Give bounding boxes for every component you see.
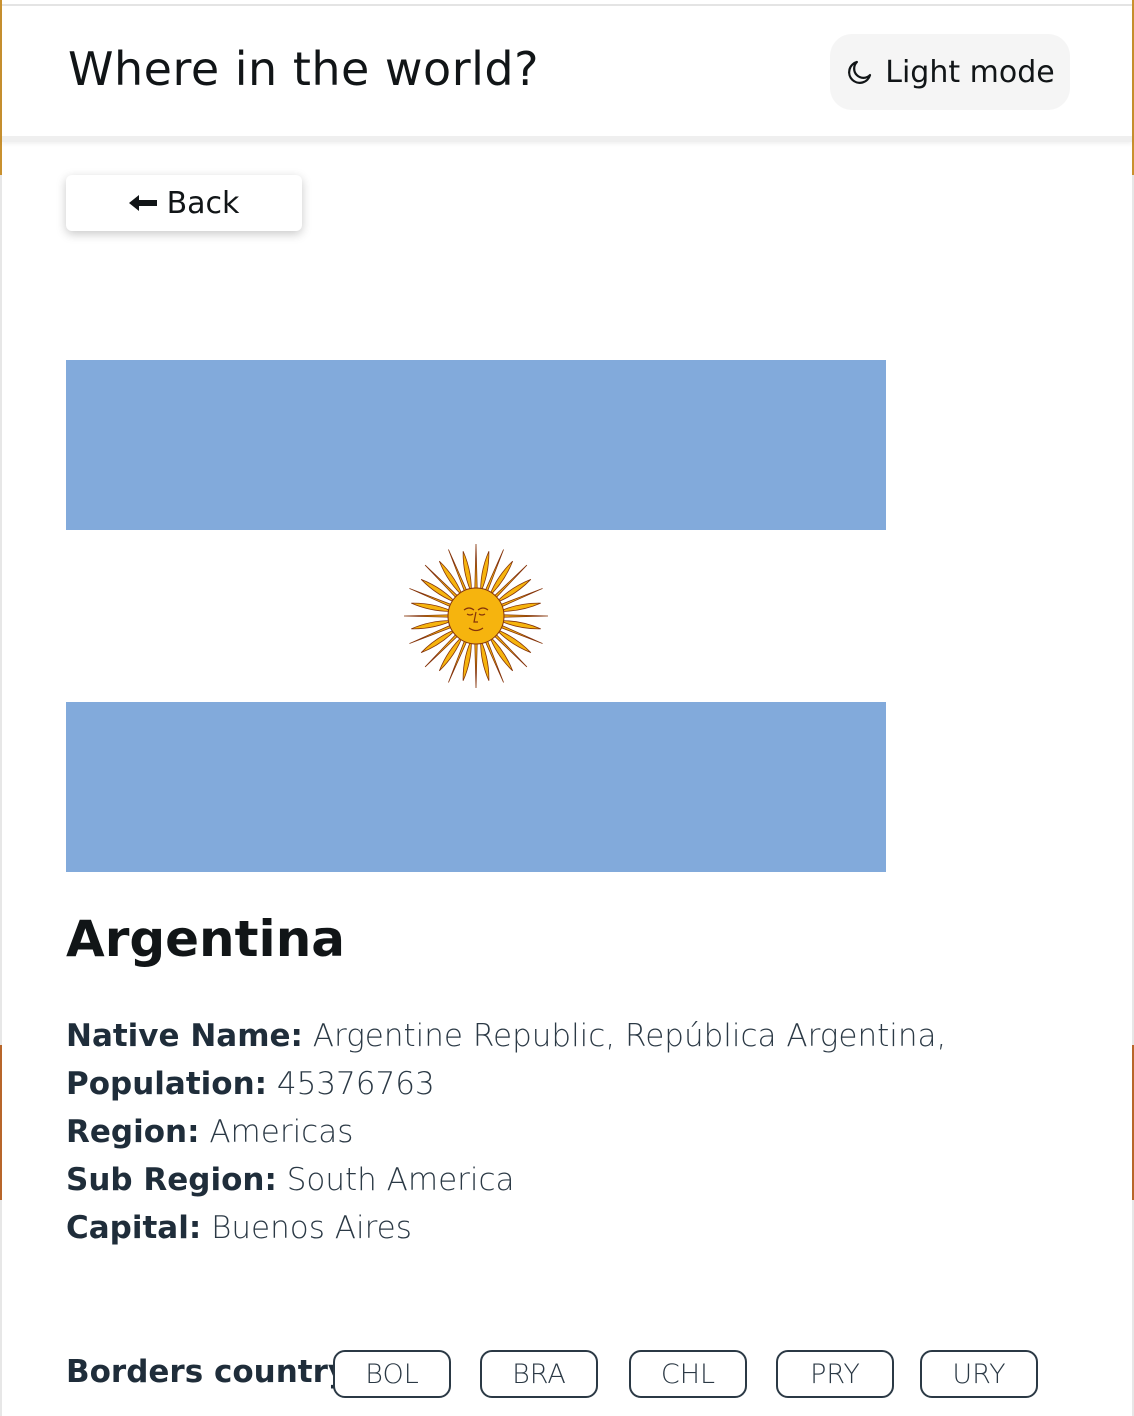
detail-value: Argentine Republic, República Argentina,	[312, 1018, 947, 1054]
detail-label: Population:	[66, 1066, 268, 1102]
detail-population: Population: 45376763	[66, 1062, 1106, 1110]
flag-stripe-bottom	[66, 702, 886, 872]
site-header: Where in the world? Light mode	[2, 4, 1132, 140]
country-name: Argentina	[66, 910, 346, 968]
detail-label: Native Name:	[66, 1018, 303, 1054]
detail-value: 45376763	[276, 1066, 435, 1102]
theme-toggle-label: Light mode	[885, 54, 1055, 90]
border-country-button[interactable]: URY	[920, 1350, 1038, 1398]
country-flag	[66, 360, 886, 872]
border-country-button[interactable]: CHL	[629, 1350, 747, 1398]
window-edge-left	[0, 0, 2, 1416]
header-divider	[2, 136, 1132, 142]
arrow-left-icon	[128, 195, 157, 211]
detail-label: Capital:	[66, 1210, 202, 1246]
border-country-button[interactable]: BOL	[333, 1350, 451, 1398]
detail-capital: Capital: Buenos Aires	[66, 1206, 1106, 1254]
sun-disc	[447, 587, 505, 645]
detail-region: Region: Americas	[66, 1110, 1106, 1158]
country-details: Native Name: Argentine Republic, Repúbli…	[66, 1014, 1106, 1254]
border-country-button[interactable]: PRY	[776, 1350, 894, 1398]
back-button[interactable]: Back	[66, 175, 302, 231]
detail-label: Region:	[66, 1114, 200, 1150]
detail-value: South America	[286, 1162, 515, 1198]
site-title: Where in the world?	[68, 42, 540, 96]
sun-of-may-icon	[403, 543, 549, 689]
detail-sub-region: Sub Region: South America	[66, 1158, 1106, 1206]
theme-toggle-button[interactable]: Light mode	[830, 34, 1070, 110]
detail-native-name: Native Name: Argentine Republic, Repúbli…	[66, 1014, 1106, 1062]
detail-value: Buenos Aires	[211, 1210, 412, 1246]
flag-stripe-top	[66, 360, 886, 530]
border-countries: Borders country: BOL BRA CHL PRY URY	[66, 1348, 1066, 1400]
moon-icon	[848, 60, 872, 84]
borders-label: Borders country:	[66, 1354, 361, 1390]
border-country-button[interactable]: BRA	[480, 1350, 598, 1398]
back-button-label: Back	[166, 185, 240, 221]
detail-label: Sub Region:	[66, 1162, 277, 1198]
detail-value: Americas	[209, 1114, 354, 1150]
